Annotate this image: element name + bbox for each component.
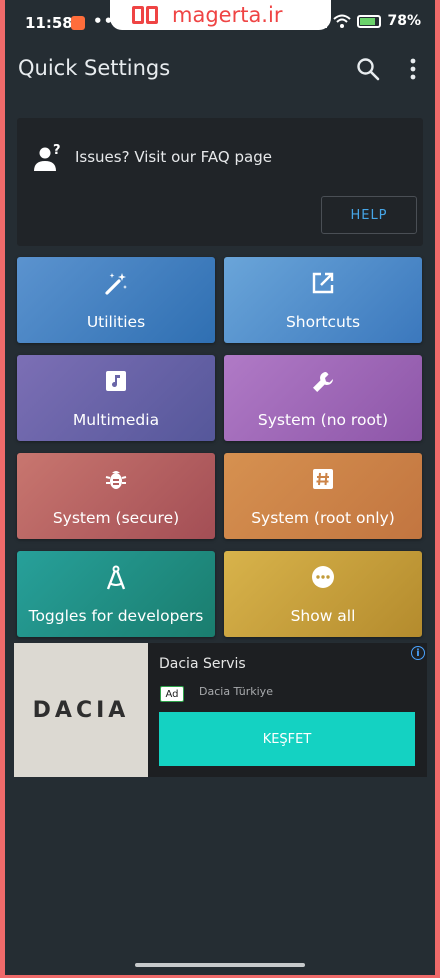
open-in-new-icon (224, 271, 422, 297)
tile-label: System (root only) (251, 509, 395, 527)
music-note-icon (17, 369, 215, 395)
ad-advertiser: Dacia Türkiye (199, 685, 273, 698)
more-vert-icon[interactable] (403, 56, 423, 82)
notification-icon (71, 16, 85, 30)
more-horiz-icon (224, 565, 422, 591)
page-title: Quick Settings (18, 56, 171, 80)
battery-percent: 78% (387, 13, 421, 29)
wifi-icon (333, 14, 352, 28)
help-person-icon: ? (34, 143, 61, 171)
ad-logo-text: DACIA (32, 697, 130, 723)
tile-multimedia[interactable]: Multimedia (17, 355, 215, 441)
ad-banner[interactable]: DACIA Dacia Servis Ad Dacia Türkiye KEŞF… (14, 643, 427, 777)
tile-utilities[interactable]: Utilities (17, 257, 215, 343)
battery-icon (357, 14, 382, 28)
status-time: 11:58 (25, 14, 73, 32)
ad-cta-button[interactable]: KEŞFET (159, 712, 415, 766)
ad-info-icon[interactable]: i (411, 646, 425, 660)
tile-label: System (secure) (52, 509, 180, 527)
tile-shortcuts[interactable]: Shortcuts (224, 257, 422, 343)
home-indicator[interactable] (135, 963, 305, 967)
ad-badge: Ad (160, 686, 184, 702)
watermark-logo-icon (132, 4, 162, 26)
compass-icon (17, 565, 215, 591)
faq-text: Issues? Visit our FAQ page (75, 148, 272, 166)
tile-label: Shortcuts (285, 313, 361, 331)
tile-label: Toggles for developers (28, 607, 204, 625)
hash-icon (224, 467, 422, 493)
tile-label: Show all (290, 607, 356, 625)
help-button[interactable]: HELP (321, 196, 417, 234)
tile-system-root-only[interactable]: System (root only) (224, 453, 422, 539)
watermark-text: magerta.ir (172, 3, 283, 27)
svg-text:?: ? (53, 143, 61, 158)
magic-wand-icon (17, 271, 215, 297)
tile-label: Multimedia (72, 411, 160, 429)
tile-system-no-root[interactable]: System (no root) (224, 355, 422, 441)
tile-system-secure[interactable]: System (secure) (17, 453, 215, 539)
faq-card: ? Issues? Visit our FAQ page HELP (17, 118, 423, 246)
ad-title[interactable]: Dacia Servis (159, 656, 246, 672)
app-bar: Quick Settings (5, 44, 435, 94)
tile-label: Utilities (86, 313, 146, 331)
search-icon[interactable] (355, 56, 381, 82)
tile-toggles-for-developers[interactable]: Toggles for developers (17, 551, 215, 637)
tile-show-all[interactable]: Show all (224, 551, 422, 637)
watermark-banner: magerta.ir (110, 0, 331, 30)
app-screen: 11:58 ••• 78% magerta.ir Quick Settings (5, 0, 435, 975)
ad-image[interactable]: DACIA (14, 643, 148, 777)
bug-icon (17, 467, 215, 493)
wrench-icon (224, 369, 422, 395)
tile-label: System (no root) (257, 411, 389, 429)
